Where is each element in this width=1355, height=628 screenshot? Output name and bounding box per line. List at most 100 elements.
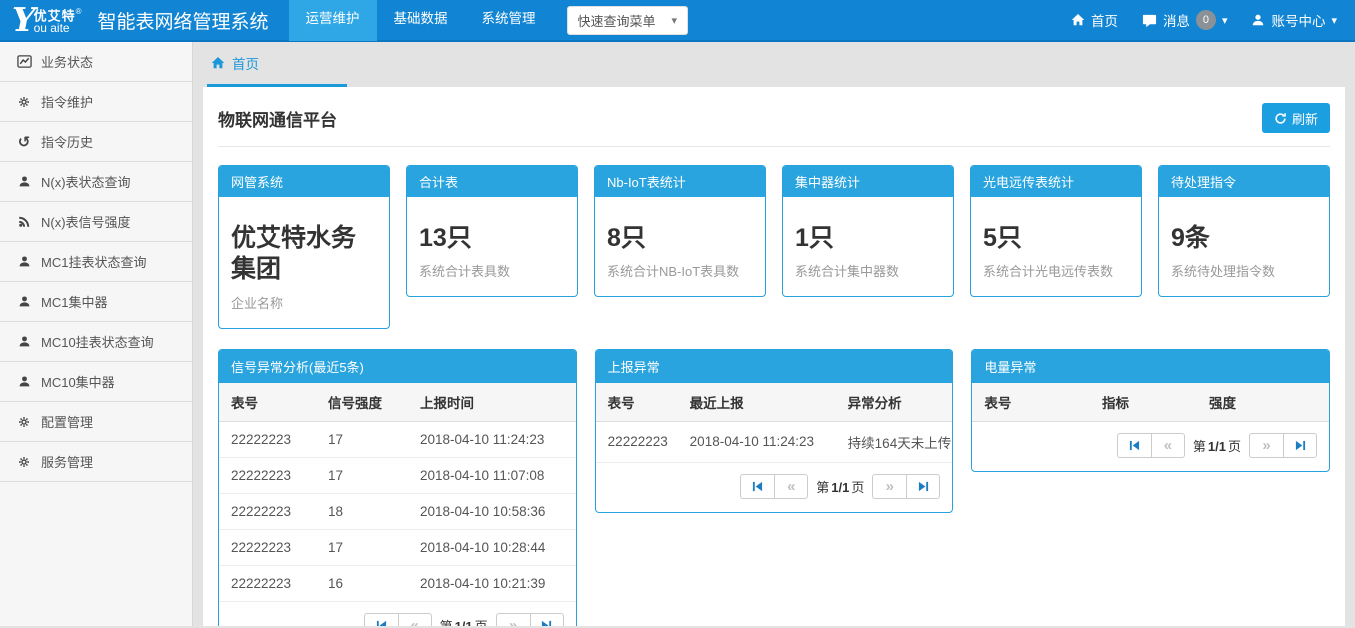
stat-card-body: 9条 系统待处理指令数 <box>1159 197 1329 296</box>
pagination-next-button[interactable]: » <box>872 474 906 499</box>
pagination-last-button[interactable] <box>1283 433 1317 458</box>
sidebar-item-label: MC1集中器 <box>41 292 107 311</box>
nav-basic-data[interactable]: 基础数据 <box>377 0 465 41</box>
pagination-next-button[interactable]: » <box>496 613 530 627</box>
sidebar-item-mc1-concentrator[interactable]: MC1集中器 <box>0 282 192 322</box>
home-icon <box>211 56 225 70</box>
pagination-first-button[interactable] <box>1117 433 1151 458</box>
tab-home[interactable]: 首页 <box>207 42 347 87</box>
stat-card-caption: 系统合计集中器数 <box>795 261 941 280</box>
user-icon <box>1251 13 1265 27</box>
sidebar-item-mc10-concentrator[interactable]: MC10集中器 <box>0 362 192 402</box>
table-row[interactable]: 22222223 2018-04-10 11:24:23 持续164天未上传 <box>596 421 953 462</box>
stat-card-body: 优艾特水务集团 企业名称 <box>219 197 389 328</box>
sidebar-item-mc10-meter-status-query[interactable]: MC10挂表状态查询 <box>0 322 192 362</box>
pagination: « 第1/1页 » <box>596 463 953 512</box>
chevron-down-icon: ▾ <box>672 14 678 27</box>
stat-card-network-system: 网管系统 优艾特水务集团 企业名称 <box>218 165 390 329</box>
home-link-label: 首页 <box>1091 10 1118 30</box>
prev-page-icon: « <box>410 618 418 627</box>
table-row[interactable]: 22222223 17 2018-04-10 11:07:08 <box>219 457 576 493</box>
title-divider <box>218 146 1330 147</box>
pagination: « 第1/1页 » <box>972 422 1329 471</box>
sidebar-item-business-status[interactable]: 业务状态 <box>0 42 192 82</box>
sidebar-item-command-history[interactable]: ↺ 指令历史 <box>0 122 192 162</box>
registered-mark: ® <box>76 7 82 16</box>
stat-card-value: 8只 <box>607 223 753 254</box>
quick-query-menu-label: 快速查询菜单 <box>578 11 656 30</box>
header-right-menu: 首页 消息 0 ▾ 账号中心 ▾ <box>1071 10 1337 30</box>
sidebar-item-command-maintenance[interactable]: 指令维护 <box>0 82 192 122</box>
messages-menu[interactable]: 消息 0 ▾ <box>1142 10 1228 30</box>
chevron-down-icon: ▾ <box>1222 14 1228 27</box>
prev-page-icon: « <box>787 479 795 494</box>
panel-title: 上报异常 <box>596 350 953 383</box>
signal-strength-cell: 17 <box>316 457 408 493</box>
stat-card-body: 13只 系统合计表具数 <box>407 197 577 296</box>
report-time-cell: 2018-04-10 10:28:44 <box>408 529 576 565</box>
sidebar-item-nx-meter-status-query[interactable]: N(x)表状态查询 <box>0 162 192 202</box>
refresh-button[interactable]: 刷新 <box>1262 103 1330 133</box>
stat-card-value: 5只 <box>983 223 1129 254</box>
history-icon: ↺ <box>16 133 32 151</box>
signal-strength-cell: 16 <box>316 565 408 601</box>
sidebar-item-service-management[interactable]: 服务管理 <box>0 442 192 482</box>
sidebar-item-config-management[interactable]: 配置管理 <box>0 402 192 442</box>
pagination-first-button[interactable] <box>364 613 398 627</box>
pagination-first-button[interactable] <box>740 474 774 499</box>
prev-page-icon: « <box>1164 438 1172 453</box>
quick-query-menu-select[interactable]: 快速查询菜单 ▾ <box>567 6 689 35</box>
stat-card-value: 优艾特水务集团 <box>231 223 377 286</box>
main-area: 首页 物联网通信平台 刷新 网管系统 优艾特水务集团 <box>193 42 1355 626</box>
stat-card-value: 1只 <box>795 223 941 254</box>
table-row[interactable]: 22222223 18 2018-04-10 10:58:36 <box>219 493 576 529</box>
report-anomaly-table: 表号 最近上报 异常分析 22222223 2018-04-10 11:24:2… <box>596 383 953 463</box>
column-header: 强度 <box>1197 383 1329 422</box>
nav-system-management[interactable]: 系统管理 <box>465 0 553 41</box>
sidebar-item-label: 指令历史 <box>41 132 93 151</box>
pagination-back-group: « <box>1117 433 1185 458</box>
refresh-icon <box>1274 112 1287 125</box>
table-row[interactable]: 22222223 16 2018-04-10 10:21:39 <box>219 565 576 601</box>
sidebar-item-label: N(x)表状态查询 <box>41 172 131 191</box>
pagination-page-indicator: 第1/1页 <box>1193 436 1241 455</box>
nav-operations-maintenance[interactable]: 运营维护 <box>289 0 377 41</box>
refresh-button-label: 刷新 <box>1292 109 1318 128</box>
chart-line-icon <box>16 54 32 69</box>
page-number: 1/1 <box>831 480 849 495</box>
tab-strip: 首页 <box>193 42 1355 87</box>
app-title: 智能表网络管理系统 <box>97 7 268 34</box>
pagination-prev-button[interactable]: « <box>1151 433 1185 458</box>
comment-icon <box>1142 13 1157 28</box>
meter-id-cell: 22222223 <box>219 493 316 529</box>
pagination-last-button[interactable] <box>530 613 564 627</box>
pagination-forward-group: » <box>872 474 940 499</box>
column-header: 表号 <box>596 383 678 422</box>
table-row[interactable]: 22222223 17 2018-04-10 10:28:44 <box>219 529 576 565</box>
pagination-prev-button[interactable]: « <box>398 613 432 627</box>
panel-power-anomaly: 电量异常 表号 指标 强度 <box>971 349 1330 472</box>
pagination-last-button[interactable] <box>906 474 940 499</box>
sidebar-item-nx-meter-signal-strength[interactable]: N(x)表信号强度 <box>0 202 192 242</box>
pagination-next-button[interactable]: » <box>1249 433 1283 458</box>
report-time-cell: 2018-04-10 10:58:36 <box>408 493 576 529</box>
first-page-icon <box>752 481 763 492</box>
table-row[interactable]: 22222223 17 2018-04-10 11:24:23 <box>219 421 576 457</box>
messages-count-badge: 0 <box>1196 10 1216 30</box>
column-header: 最近上报 <box>678 383 836 422</box>
pagination-prev-button[interactable]: « <box>774 474 808 499</box>
account-center-menu[interactable]: 账号中心 ▾ <box>1251 10 1337 30</box>
column-header: 异常分析 <box>836 383 953 422</box>
home-link[interactable]: 首页 <box>1071 10 1118 30</box>
sidebar-item-mc1-meter-status-query[interactable]: MC1挂表状态查询 <box>0 242 192 282</box>
panel-title: 电量异常 <box>972 350 1329 383</box>
sidebar-item-label: MC10挂表状态查询 <box>41 332 154 351</box>
stat-card-header: 集中器统计 <box>783 166 953 197</box>
column-header: 表号 <box>972 383 1090 422</box>
user-icon <box>16 335 32 348</box>
stat-card-header: 待处理指令 <box>1159 166 1329 197</box>
brand-logo[interactable]: Y 优艾特® ou aite <box>12 5 81 35</box>
meter-id-cell: 22222223 <box>219 529 316 565</box>
column-header: 信号强度 <box>316 383 408 422</box>
meter-id-cell: 22222223 <box>219 565 316 601</box>
